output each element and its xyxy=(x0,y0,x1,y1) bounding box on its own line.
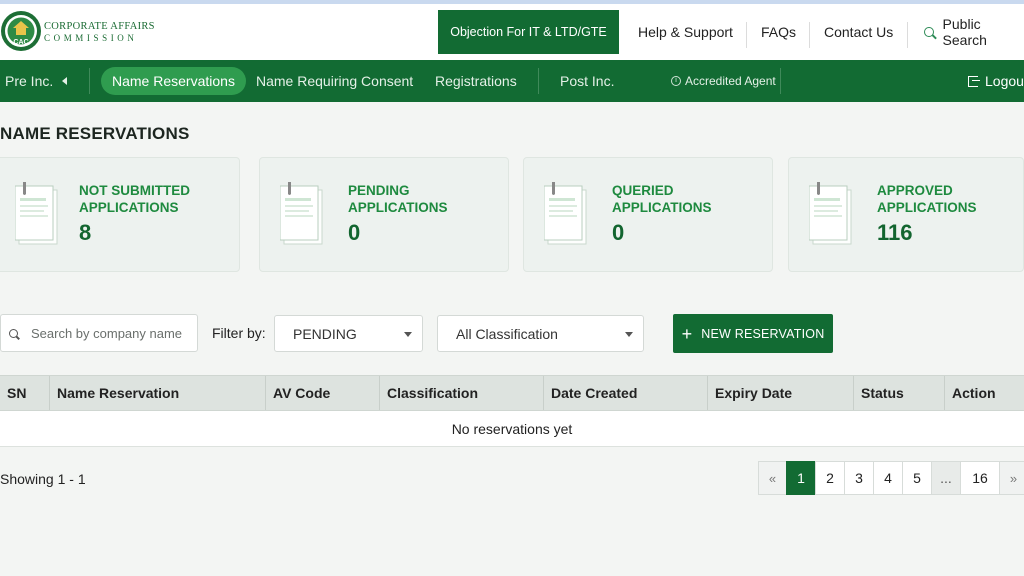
table-row: No reservations yet xyxy=(0,411,1024,447)
plus-icon: + xyxy=(681,323,693,344)
stat-card-queried[interactable]: QUERIED APPLICATIONS 0 xyxy=(523,157,773,272)
search-input[interactable] xyxy=(31,325,191,341)
logout-icon xyxy=(968,75,980,87)
column-header-status[interactable]: Status xyxy=(854,376,904,410)
column-header-action[interactable]: Action xyxy=(945,376,996,410)
chevron-down-icon xyxy=(404,332,412,337)
card-count: 116 xyxy=(877,220,913,245)
card-label: APPROVED APPLICATIONS xyxy=(877,183,977,215)
stat-card-not-submitted[interactable]: NOT SUBMITTED APPLICATIONS 8 xyxy=(0,157,240,272)
header-divider xyxy=(809,22,810,48)
nav-name-requiring-consent[interactable]: Name Requiring Consent xyxy=(256,60,413,102)
header-divider xyxy=(746,22,747,48)
pagination: « 1 2 3 4 5 ... 16 » xyxy=(758,461,1024,495)
site-header: CAC CORPORATE AFFAIRS COMMISSION Objecti… xyxy=(0,4,1024,60)
public-search-label: Public Search xyxy=(942,16,987,48)
logout-link[interactable]: Logout xyxy=(968,60,1024,102)
brand-line-1: CORPORATE AFFAIRS xyxy=(44,21,155,32)
pagination-page-2[interactable]: 2 xyxy=(815,461,845,495)
chevron-down-icon xyxy=(625,332,633,337)
main-nav: Pre Inc. Name Reservations Name Requirin… xyxy=(0,60,1024,102)
pagination-ellipsis: ... xyxy=(931,461,961,495)
search-icon xyxy=(9,328,18,338)
document-icon xyxy=(544,182,587,245)
column-header-date-created[interactable]: Date Created xyxy=(544,376,637,410)
nav-divider xyxy=(89,68,90,94)
classification-select-value: All Classification xyxy=(456,325,558,342)
header-divider xyxy=(907,22,908,48)
showing-count: Showing 1 - 1 xyxy=(0,471,86,487)
column-header-name-reservation[interactable]: Name Reservation xyxy=(50,376,179,410)
stat-card-pending[interactable]: PENDING APPLICATIONS 0 xyxy=(259,157,509,272)
status-select-value: PENDING xyxy=(293,325,357,342)
brand-name: CORPORATE AFFAIRS COMMISSION xyxy=(44,21,155,43)
help-support-link[interactable]: Help & Support xyxy=(638,10,733,54)
nav-name-reservations[interactable]: Name Reservations xyxy=(101,67,246,95)
document-icon xyxy=(809,182,852,245)
search-box[interactable] xyxy=(0,314,198,352)
card-count: 0 xyxy=(348,220,361,245)
nav-divider xyxy=(538,68,539,94)
page-title: NAME RESERVATIONS xyxy=(0,124,190,143)
caret-left-icon xyxy=(62,77,68,85)
logo-text: CAC xyxy=(13,39,28,46)
column-header-classification[interactable]: Classification xyxy=(380,376,478,410)
pagination-page-16[interactable]: 16 xyxy=(960,461,1000,495)
column-header-sn[interactable]: SN xyxy=(0,376,26,410)
objection-button[interactable]: Objection For IT & LTD/GTE xyxy=(438,10,619,54)
document-icon xyxy=(15,182,58,245)
nav-registrations[interactable]: Registrations xyxy=(435,60,517,102)
nav-divider xyxy=(780,68,781,94)
stat-card-approved[interactable]: APPROVED APPLICATIONS 116 xyxy=(788,157,1024,272)
card-count: 8 xyxy=(79,220,92,245)
public-search-link[interactable]: Public Search xyxy=(924,10,1024,54)
document-icon xyxy=(280,182,323,245)
new-reservation-button[interactable]: + NEW RESERVATION xyxy=(673,314,833,353)
pagination-next-button[interactable]: » xyxy=(999,461,1024,495)
card-label: PENDING APPLICATIONS xyxy=(348,183,448,215)
column-header-expiry-date[interactable]: Expiry Date xyxy=(708,376,792,410)
nav-pre-inc[interactable]: Pre Inc. xyxy=(5,60,68,102)
pagination-prev-button[interactable]: « xyxy=(758,461,787,495)
pagination-page-1[interactable]: 1 xyxy=(786,461,816,495)
info-icon: i xyxy=(671,76,681,86)
empty-table-message: No reservations yet xyxy=(451,421,573,437)
filter-label: Filter by: xyxy=(212,325,266,341)
status-select[interactable]: PENDING xyxy=(274,315,423,352)
contact-link[interactable]: Contact Us xyxy=(824,10,893,54)
faqs-link[interactable]: FAQs xyxy=(761,10,796,54)
table-header: SN Name Reservation AV Code Classificati… xyxy=(0,375,1024,411)
pagination-page-5[interactable]: 5 xyxy=(902,461,932,495)
cac-logo-icon[interactable]: CAC xyxy=(0,10,42,52)
new-reservation-label: NEW RESERVATION xyxy=(701,326,825,341)
pagination-page-3[interactable]: 3 xyxy=(844,461,874,495)
card-label: QUERIED APPLICATIONS xyxy=(612,183,712,215)
logout-label: Logout xyxy=(985,73,1024,89)
search-icon xyxy=(924,27,934,37)
pagination-page-4[interactable]: 4 xyxy=(873,461,903,495)
column-header-av-code[interactable]: AV Code xyxy=(266,376,330,410)
brand-line-2: COMMISSION xyxy=(44,32,138,43)
nav-accredited-agent[interactable]: i Accredited Agent xyxy=(671,60,776,102)
card-count: 0 xyxy=(612,220,625,245)
classification-select[interactable]: All Classification xyxy=(437,315,644,352)
nav-post-inc[interactable]: Post Inc. xyxy=(560,60,614,102)
nav-pre-inc-label: Pre Inc. xyxy=(5,73,54,89)
card-label: NOT SUBMITTED APPLICATIONS xyxy=(79,183,190,215)
accredited-agent-label: Accredited Agent xyxy=(685,74,776,88)
